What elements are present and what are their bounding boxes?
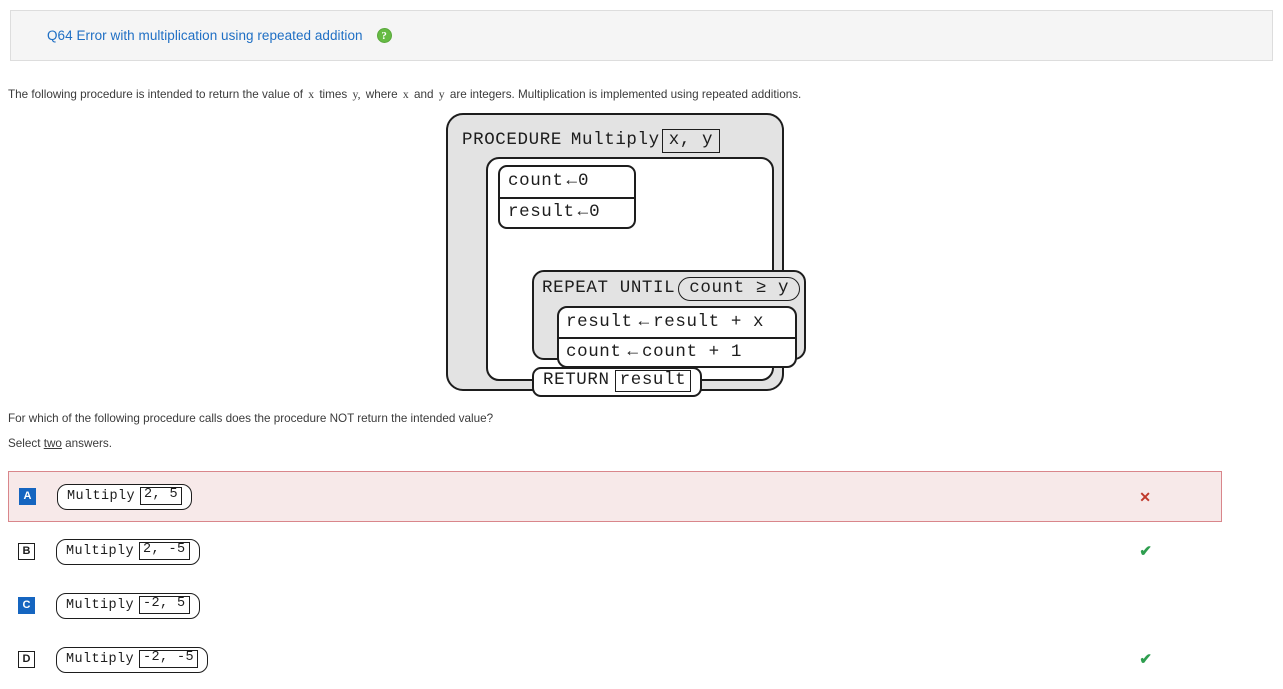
- assignment-arrow-icon: ←: [638, 311, 649, 332]
- prompt-var-x2: x: [402, 88, 409, 101]
- select-instruction: Select two answers.: [8, 437, 112, 450]
- call-name: Multiply: [66, 651, 135, 667]
- assign-target-result: result: [508, 201, 575, 222]
- select-instruction-emphasis: two: [43, 437, 62, 450]
- assign-expression: count + 1: [642, 341, 742, 362]
- question-text: For which of the following procedure cal…: [8, 412, 494, 425]
- call-arguments: 2, 5: [140, 487, 183, 505]
- answer-option-a[interactable]: A Multiply 2, 5 ✕: [8, 471, 1222, 522]
- option-letter-badge-a[interactable]: A: [19, 488, 36, 505]
- return-value: result: [614, 369, 692, 393]
- call-name: Multiply: [67, 488, 136, 504]
- call-name: Multiply: [66, 543, 135, 559]
- call-arguments: 2, -5: [139, 542, 190, 560]
- prompt-text: The following procedure is intended to r…: [8, 88, 801, 101]
- assignment-arrow-icon: ←: [566, 170, 577, 191]
- return-keyword: RETURN: [543, 370, 610, 391]
- option-letter-badge-d[interactable]: D: [18, 651, 35, 668]
- option-call-c: Multiply -2, 5: [56, 592, 200, 619]
- option-call-b: Multiply 2, -5: [56, 538, 200, 565]
- repeat-until-header: REPEAT UNTIL count ≥ y: [539, 276, 804, 302]
- answer-option-d[interactable]: D Multiply -2, -5 ✔: [8, 635, 1222, 684]
- cross-icon: ✕: [1139, 488, 1151, 505]
- procedure-parameters: x, y: [661, 128, 721, 154]
- prompt-and: and: [413, 88, 434, 101]
- question-header-bar: Q64 Error with multiplication using repe…: [10, 10, 1273, 61]
- prompt-var-x: x: [308, 88, 315, 101]
- pseudocode-diagram: PROCEDURE Multiply x, y count ← 0 result…: [446, 113, 806, 397]
- procedure-outer-block: PROCEDURE Multiply x, y count ← 0 result…: [446, 113, 806, 397]
- procedure-keyword: PROCEDURE: [462, 130, 562, 151]
- procedure-name: Multiply: [570, 130, 660, 151]
- repeat-keyword: REPEAT UNTIL: [542, 278, 676, 299]
- select-instruction-pre: Select: [8, 437, 44, 450]
- assign-target-count: count: [508, 170, 564, 191]
- repeat-condition: count ≥ y: [678, 276, 801, 302]
- statement-result-accumulate: result ← result + x: [559, 308, 795, 337]
- option-call-a: Multiply 2, 5: [57, 483, 193, 510]
- select-instruction-post: answers.: [61, 437, 112, 450]
- check-icon: ✔: [1139, 651, 1152, 668]
- initialization-statements: count ← 0 result ← 0: [498, 165, 636, 229]
- answer-option-c[interactable]: C Multiply -2, 5: [8, 581, 1222, 630]
- assign-value-zero: 0: [589, 201, 601, 222]
- prompt-var-y: y,: [352, 88, 361, 101]
- assign-expression: result + x: [653, 311, 765, 332]
- statement-result-init: result ← 0: [500, 197, 634, 227]
- assign-target-result: result: [566, 311, 633, 332]
- prompt-var-y2: y: [438, 88, 445, 101]
- statement-count-increment: count ← count + 1: [559, 337, 795, 366]
- repeat-body-statements: result ← result + x count ← count + 1: [557, 306, 797, 368]
- procedure-header-line: PROCEDURE Multiply x, y: [459, 125, 772, 154]
- help-circle-icon[interactable]: ?: [376, 28, 392, 43]
- prompt-part-1: The following procedure is intended to r…: [8, 88, 303, 101]
- prompt-part-2: where: [365, 88, 398, 101]
- assignment-arrow-icon: ←: [577, 201, 588, 222]
- call-arguments: -2, -5: [139, 650, 199, 668]
- check-icon: ✔: [1139, 543, 1152, 560]
- assignment-arrow-icon: ←: [627, 341, 638, 362]
- prompt-times: times: [319, 88, 348, 101]
- answer-option-b[interactable]: B Multiply 2, -5 ✔: [8, 527, 1222, 576]
- prompt-part-3: are integers. Multiplication is implemen…: [449, 88, 802, 101]
- repeat-until-block: REPEAT UNTIL count ≥ y result ← result +…: [532, 270, 806, 368]
- assign-target-count: count: [566, 341, 622, 362]
- return-statement: RETURN result: [532, 367, 703, 397]
- assign-value-zero: 0: [578, 170, 590, 191]
- call-arguments: -2, 5: [139, 596, 190, 614]
- option-letter-badge-c[interactable]: C: [18, 597, 35, 614]
- statement-count-init: count ← 0: [500, 167, 634, 197]
- option-call-d: Multiply -2, -5: [56, 646, 209, 673]
- answer-options-list: A Multiply 2, 5 ✕ B Multiply 2, -5 ✔ C M…: [8, 471, 1222, 689]
- option-letter-badge-b[interactable]: B: [18, 543, 35, 560]
- procedure-body-block: count ← 0 result ← 0 REPEAT UNTIL count …: [486, 157, 806, 397]
- page-title[interactable]: Q64 Error with multiplication using repe…: [47, 28, 363, 43]
- call-name: Multiply: [66, 597, 135, 613]
